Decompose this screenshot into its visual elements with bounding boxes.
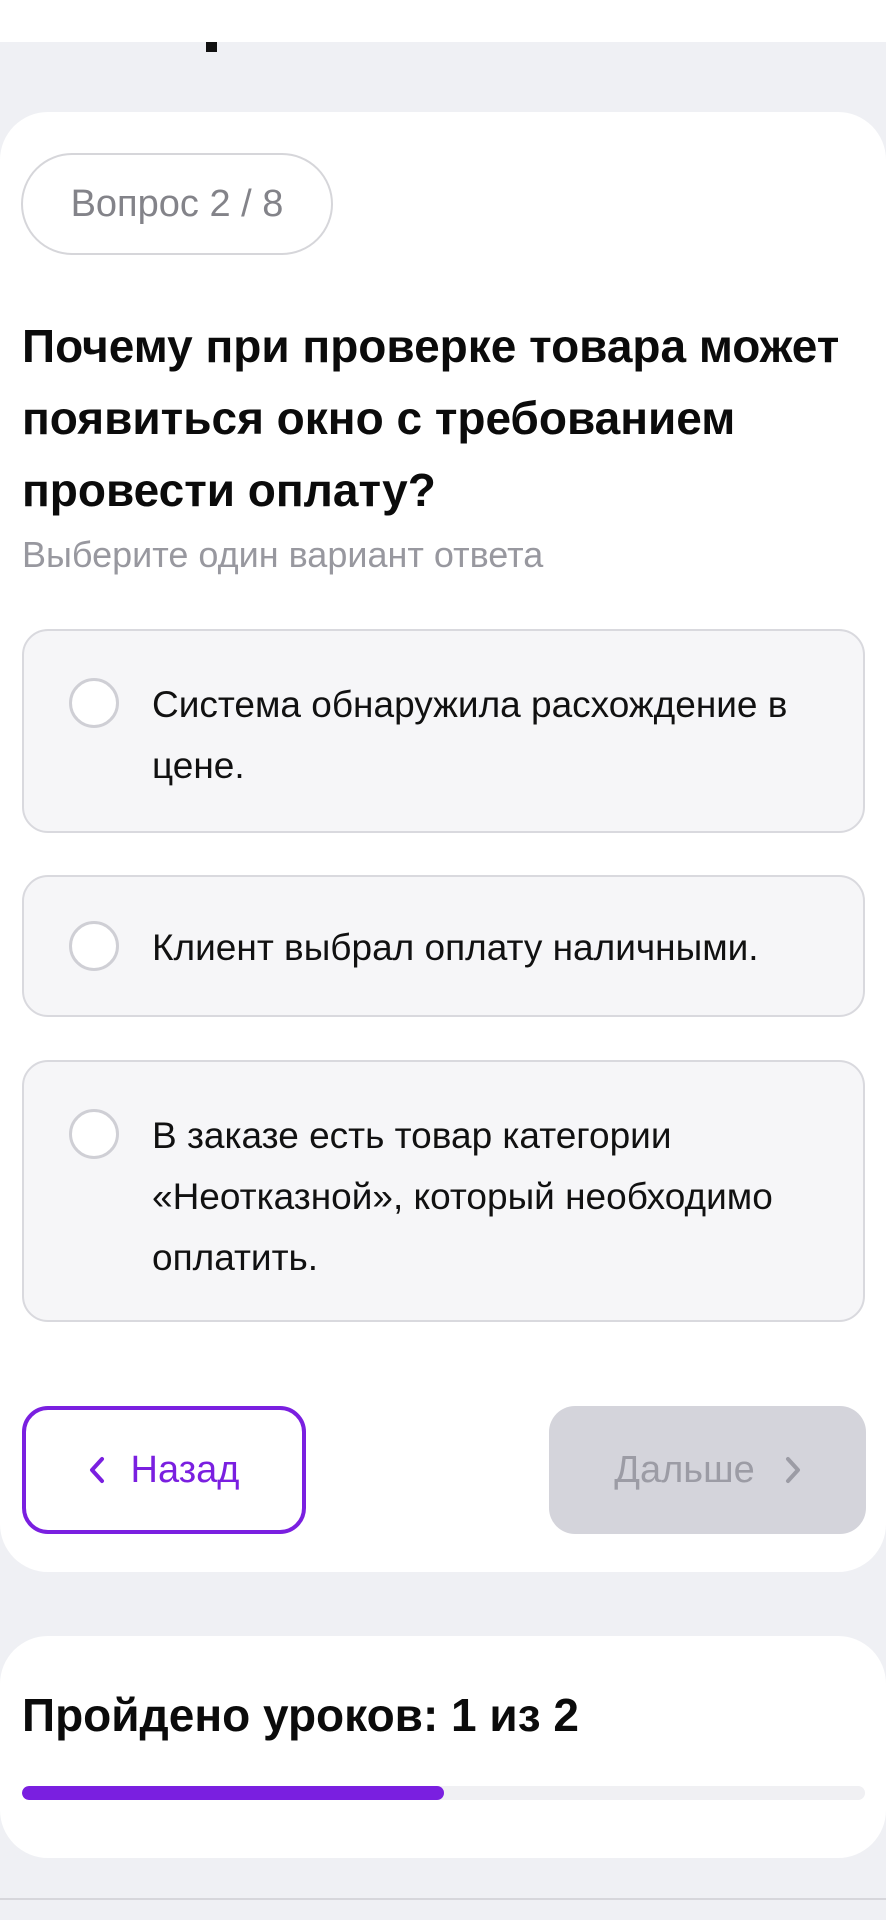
back-button-label: Назад (130, 1448, 240, 1491)
quiz-card: Вопрос 2 / 8 Почему при проверке товара … (0, 112, 886, 1572)
answer-option-3[interactable]: В заказе есть товар категории «Неотказно… (22, 1060, 865, 1322)
question-title: Почему при проверке товара может появить… (22, 320, 840, 516)
answer-option-text: В заказе есть товар категории «Неотказно… (152, 1115, 773, 1278)
next-button[interactable]: Дальше (549, 1406, 866, 1534)
chevron-right-icon (785, 1457, 800, 1483)
lessons-progress-card: Пройдено уроков: 1 из 2 (0, 1636, 886, 1858)
lessons-progress-bar (22, 1786, 865, 1800)
chevron-left-icon (89, 1457, 104, 1483)
radio-unchecked-icon[interactable] (69, 1109, 119, 1159)
lessons-progress-title: Пройдено уроков: 1 из 2 (22, 1689, 579, 1741)
radio-unchecked-icon[interactable] (69, 921, 119, 971)
header-fragment (206, 42, 217, 52)
answer-option-text: Клиент выбрал оплату наличными. (152, 927, 759, 968)
question-counter-badge: Вопрос 2 / 8 (21, 153, 333, 255)
answer-option-text: Система обнаружила расхождение в цене. (152, 684, 788, 786)
lessons-progress-fill (22, 1786, 444, 1800)
back-button[interactable]: Назад (22, 1406, 306, 1534)
question-hint: Выберите один вариант ответа (22, 534, 544, 575)
next-button-label: Дальше (614, 1448, 755, 1491)
radio-unchecked-icon[interactable] (69, 678, 119, 728)
answer-option-2[interactable]: Клиент выбрал оплату наличными. (22, 875, 865, 1017)
top-header-strip (0, 0, 886, 42)
bottom-divider (0, 1898, 886, 1900)
answer-option-1[interactable]: Система обнаружила расхождение в цене. (22, 629, 865, 833)
